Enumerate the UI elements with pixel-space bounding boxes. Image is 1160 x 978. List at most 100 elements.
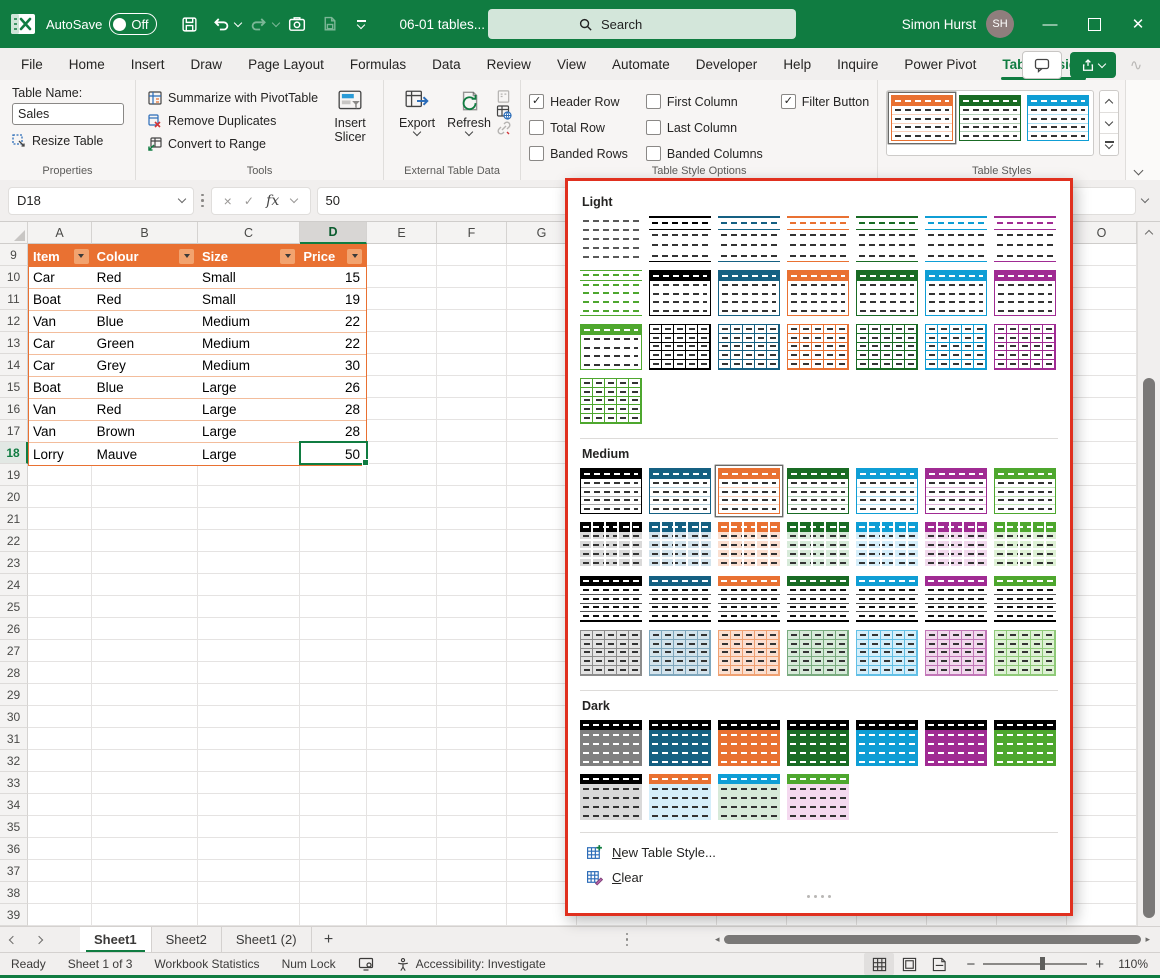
row-header-37[interactable]: 37 [0, 860, 28, 882]
gallery-scroll-down-button[interactable] [1100, 113, 1118, 135]
new-table-style-menu-item[interactable]: New Table Style... [580, 840, 1058, 865]
table-style-thumb[interactable] [925, 720, 987, 766]
page-layout-view-button[interactable] [894, 953, 924, 975]
refresh-button[interactable]: Refresh [444, 86, 494, 142]
autosave-control[interactable]: AutoSave Off [46, 13, 157, 35]
user-avatar[interactable]: SH [986, 10, 1014, 38]
comments-button[interactable] [1022, 51, 1062, 79]
tab-automate[interactable]: Automate [599, 48, 683, 80]
undo-menu-chevron-icon[interactable] [234, 18, 242, 26]
filter-dropdown-button[interactable] [347, 249, 362, 264]
remove-duplicates-button[interactable]: Remove Duplicates [144, 109, 321, 132]
row-header-26[interactable]: 26 [0, 618, 28, 640]
table-style-thumb[interactable] [580, 774, 642, 820]
checkbox-first-column[interactable]: First Column [646, 90, 763, 113]
table-style-thumb[interactable] [649, 468, 711, 514]
column-header-O[interactable]: O [1067, 222, 1137, 244]
table-cell[interactable]: Grey [93, 355, 198, 376]
expand-formula-bar-icon[interactable] [1141, 195, 1149, 203]
row-header-14[interactable]: 14 [0, 354, 28, 376]
table-style-thumb[interactable] [787, 576, 849, 622]
normal-view-button[interactable] [864, 953, 894, 975]
row-header-22[interactable]: 22 [0, 530, 28, 552]
table-style-thumb[interactable] [925, 630, 987, 676]
paste-special-button[interactable] [315, 10, 343, 38]
table-cell[interactable]: Van [29, 421, 93, 442]
scroll-left-arrow-icon[interactable]: ◂ [715, 934, 720, 945]
open-in-browser-icon[interactable] [496, 104, 512, 120]
column-header-E[interactable]: E [367, 222, 437, 244]
gallery-more-button[interactable] [1100, 134, 1118, 155]
sheet-tab-sheet1[interactable]: Sheet1 [80, 927, 152, 952]
sheet-tab-sheet1-2-[interactable]: Sheet1 (2) [222, 927, 312, 952]
table-style-thumb[interactable] [787, 522, 849, 568]
table-style-thumb[interactable] [856, 216, 918, 262]
table-style-thumb[interactable] [580, 522, 642, 568]
screenshot-button[interactable] [283, 10, 311, 38]
row-header-29[interactable]: 29 [0, 684, 28, 706]
vertical-scroll-thumb[interactable] [1143, 378, 1155, 918]
tab-insert[interactable]: Insert [118, 48, 178, 80]
table-cell[interactable]: Brown [93, 421, 198, 442]
table-cell[interactable]: Car [29, 267, 93, 288]
row-header-10[interactable]: 10 [0, 266, 28, 288]
connection-properties-icon[interactable] [496, 89, 511, 104]
table-style-thumb[interactable] [787, 630, 849, 676]
redo-menu-chevron-icon[interactable] [272, 18, 280, 26]
export-button[interactable]: Export [392, 86, 442, 142]
resize-table-button[interactable]: Resize Table [8, 129, 127, 152]
table-cell[interactable]: Mauve [93, 443, 198, 465]
column-header-C[interactable]: C [198, 222, 300, 244]
gallery-scroll-up-button[interactable] [1100, 91, 1118, 113]
column-header-A[interactable]: A [28, 222, 92, 244]
sheet-info[interactable]: Sheet 1 of 3 [57, 953, 144, 975]
row-header-15[interactable]: 15 [0, 376, 28, 398]
table-style-thumb[interactable] [649, 630, 711, 676]
table-style-thumb[interactable] [718, 774, 780, 820]
table-cell[interactable]: 28 [299, 399, 366, 420]
fill-handle[interactable] [362, 459, 369, 466]
table-style-thumb[interactable] [787, 720, 849, 766]
table-style-thumb[interactable] [649, 324, 711, 370]
zoom-out-button[interactable]: − [966, 956, 975, 973]
tab-developer[interactable]: Developer [683, 48, 771, 80]
insert-function-button[interactable]: fx [266, 193, 279, 209]
table-style-thumb[interactable] [787, 468, 849, 514]
maximize-button[interactable] [1072, 0, 1116, 48]
table-cell[interactable]: 30 [299, 355, 366, 376]
undo-button[interactable] [207, 10, 235, 38]
column-header-F[interactable]: F [437, 222, 507, 244]
table-style-thumb[interactable] [580, 378, 642, 424]
scroll-up-arrow-icon[interactable] [1138, 222, 1160, 242]
minimize-button[interactable]: — [1028, 0, 1072, 48]
table-style-thumb[interactable] [580, 720, 642, 766]
table-style-thumb[interactable] [649, 522, 711, 568]
excel-logo-icon[interactable] [10, 12, 36, 36]
table-cell[interactable]: 19 [299, 289, 366, 310]
sheet-tab-sheet2[interactable]: Sheet2 [152, 927, 222, 952]
table-cell[interactable]: 28 [299, 421, 366, 442]
table-style-thumb[interactable] [649, 720, 711, 766]
zoom-slider[interactable] [983, 963, 1087, 964]
checkbox-last-column[interactable]: Last Column [646, 116, 763, 139]
row-header-34[interactable]: 34 [0, 794, 28, 816]
collapse-ribbon-chevron-icon[interactable] [1134, 166, 1144, 176]
table-style-thumb[interactable] [580, 270, 642, 316]
row-header-17[interactable]: 17 [0, 420, 28, 442]
table-style-thumb[interactable] [718, 216, 780, 262]
table-style-thumb[interactable] [994, 270, 1056, 316]
row-header-20[interactable]: 20 [0, 486, 28, 508]
editing-mode-icon[interactable]: ∿ [1124, 56, 1148, 74]
table-style-thumb[interactable] [856, 522, 918, 568]
table-style-thumb[interactable] [925, 324, 987, 370]
summarize-pivottable-button[interactable]: Summarize with PivotTable [144, 86, 321, 109]
table-cell[interactable]: Small [198, 267, 299, 288]
table-style-thumb[interactable] [925, 468, 987, 514]
table-cell[interactable]: Medium [198, 355, 299, 376]
column-header-D[interactable]: D [300, 222, 367, 244]
table-cell[interactable]: Boat [29, 377, 93, 398]
row-header-27[interactable]: 27 [0, 640, 28, 662]
checkbox-header-row[interactable]: ✓Header Row [529, 90, 628, 113]
row-header-16[interactable]: 16 [0, 398, 28, 420]
tab-inquire[interactable]: Inquire [824, 48, 891, 80]
